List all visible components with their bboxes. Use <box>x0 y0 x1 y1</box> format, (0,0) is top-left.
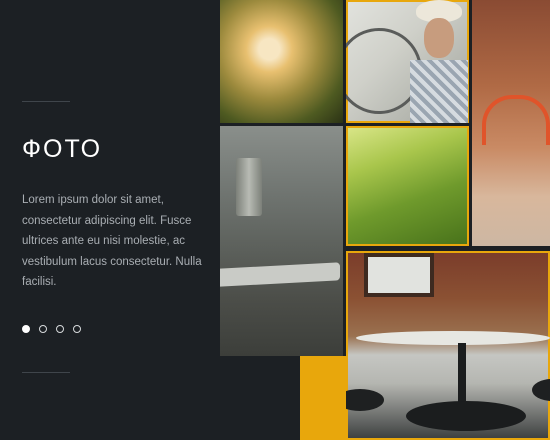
pagination-dot-3[interactable] <box>56 325 64 333</box>
top-divider <box>22 101 70 102</box>
pagination-dot-4[interactable] <box>73 325 81 333</box>
glass-shape <box>236 158 262 216</box>
grass-photo[interactable] <box>346 126 469 246</box>
stool-shape <box>406 401 526 431</box>
shirt-shape <box>410 60 468 123</box>
accent-block <box>300 356 346 440</box>
stool-shape <box>346 389 384 411</box>
dandelion-photo[interactable] <box>220 0 343 123</box>
pagination-dot-1[interactable] <box>22 325 30 333</box>
bottom-divider <box>22 372 70 373</box>
face-shape <box>424 18 454 58</box>
window-shape <box>364 253 434 297</box>
pagination-dot-2[interactable] <box>39 325 47 333</box>
stool-shape <box>532 379 550 401</box>
orange-chairs-photo[interactable] <box>472 0 550 246</box>
sidebar-panel: ФОТО Lorem ipsum dolor sit amet, consect… <box>0 0 220 440</box>
chair-shape <box>482 95 550 145</box>
cafe-interior-photo[interactable] <box>346 251 550 440</box>
woman-with-bicycle-photo[interactable] <box>346 0 469 123</box>
section-description: Lorem ipsum dolor sit amet, consectetur … <box>22 194 202 288</box>
section-title: ФОТО <box>22 135 103 163</box>
cafe-table-photo[interactable] <box>220 126 343 356</box>
slider-pagination <box>22 325 81 333</box>
tabletop-shape <box>220 262 340 288</box>
table-shape <box>356 331 550 345</box>
